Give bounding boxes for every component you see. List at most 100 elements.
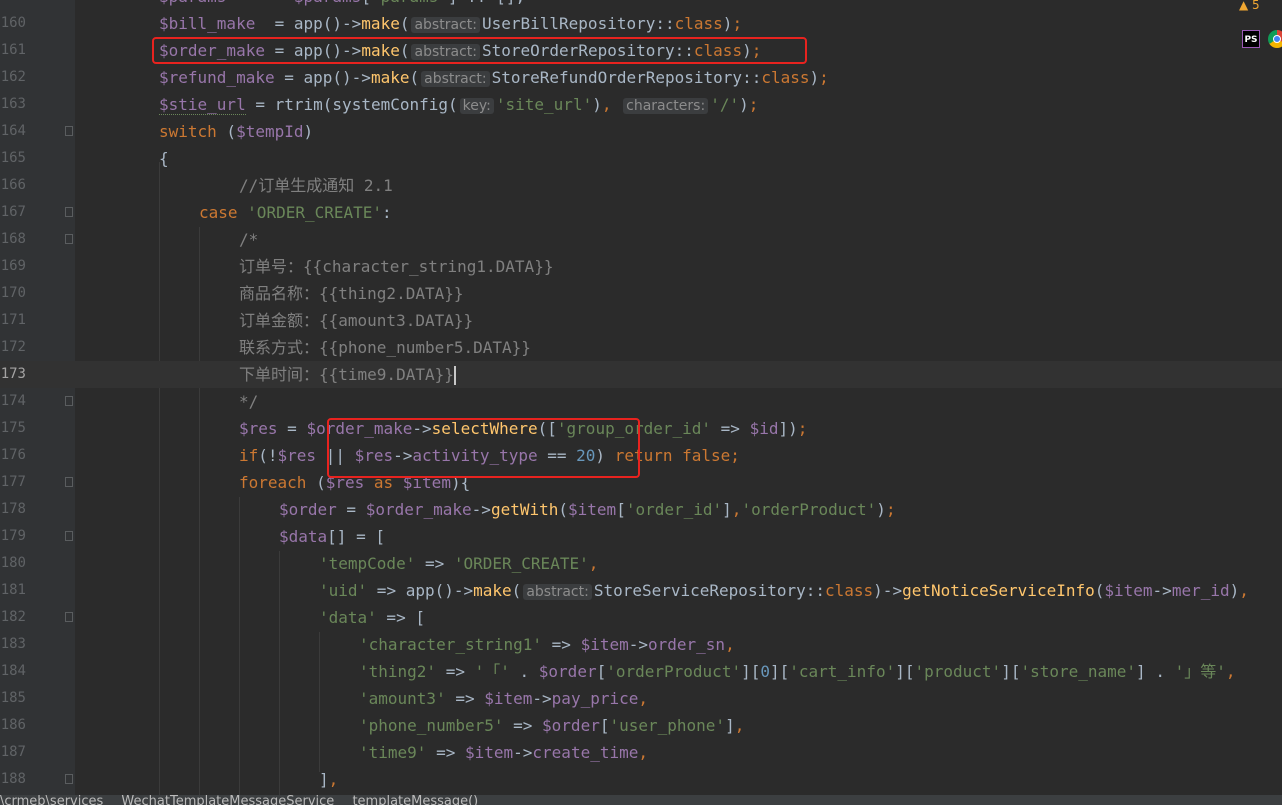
line-number: 182: [0, 609, 26, 625]
line-number: 176: [0, 447, 26, 463]
code-text[interactable]: $refund_make = app()->make(abstract: Stor…: [159, 64, 829, 93]
code-line[interactable]: 177 foreach ($res as $item){: [0, 469, 1282, 496]
line-number: 161: [0, 42, 26, 58]
code-line[interactable]: 168 /*: [0, 226, 1282, 253]
code-line[interactable]: 171 订单金额：{{amount3.DATA}}: [0, 307, 1282, 334]
code-text[interactable]: ],: [319, 766, 338, 793]
code-line[interactable]: 185 'amount3' => $item->pay_price,: [0, 685, 1282, 712]
code-line[interactable]: 178 $order = $order_make->getWith($item[…: [0, 496, 1282, 523]
code-text[interactable]: 'data' => [: [319, 604, 425, 631]
code-line[interactable]: 181 'uid' => app()->make(abstract: StoreS…: [0, 577, 1282, 604]
code-line[interactable]: 160 $bill_make = app()->make(abstract: Us…: [0, 10, 1282, 37]
line-number: 183: [0, 636, 26, 652]
code-text[interactable]: 'uid' => app()->make(abstract: StoreServi…: [319, 577, 1249, 606]
line-number: 172: [0, 339, 26, 355]
fold-marker[interactable]: [65, 234, 73, 244]
phpstorm-icon[interactable]: PS: [1242, 30, 1260, 48]
code-comment[interactable]: 订单金额：{{amount3.DATA}}: [239, 307, 473, 334]
line-number: 181: [0, 582, 26, 598]
line-number: 175: [0, 420, 26, 436]
code-line[interactable]: 170 商品名称：{{thing2.DATA}}: [0, 280, 1282, 307]
code-line[interactable]: 166 //订单生成通知 2.1: [0, 172, 1282, 199]
code-text[interactable]: 'time9' => $item->create_time,: [359, 739, 648, 766]
code-text[interactable]: $bill_make = app()->make(abstract: UserBi…: [159, 10, 742, 39]
breadcrumb-item-class[interactable]: WechatTemplateMessageService: [121, 795, 334, 805]
annotation-box-order-make: [152, 37, 807, 64]
line-number: 180: [0, 555, 26, 571]
line-number: 186: [0, 717, 26, 733]
code-text[interactable]: 'tempCode' => 'ORDER_CREATE',: [319, 550, 598, 577]
line-number: 160: [0, 15, 26, 31]
code-line[interactable]: 172 联系方式：{{phone_number5.DATA}}: [0, 334, 1282, 361]
code-text[interactable]: 'phone_number5' => $order['user_phone'],: [359, 712, 744, 739]
code-line[interactable]: 167 case 'ORDER_CREATE':: [0, 199, 1282, 226]
code-line[interactable]: 163 $stie_url = rtrim(systemConfig(key: '…: [0, 91, 1282, 118]
code-line[interactable]: 179 $data[] = [: [0, 523, 1282, 550]
code-comment[interactable]: //订单生成通知 2.1: [239, 172, 393, 199]
code-line[interactable]: 187 'time9' => $item->create_time,: [0, 739, 1282, 766]
code-line[interactable]: 159 $params = $params['params'] ?? [];: [0, 0, 1282, 10]
code-comment[interactable]: */: [239, 388, 258, 415]
code-line[interactable]: 188 ],: [0, 766, 1282, 793]
text-caret: [453, 366, 456, 385]
code-line[interactable]: 182 'data' => [: [0, 604, 1282, 631]
breadcrumb: \crmeb\services WechatTemplateMessageSer…: [0, 795, 1282, 805]
code-text[interactable]: case 'ORDER_CREATE':: [199, 199, 392, 226]
code-line[interactable]: 174 */: [0, 388, 1282, 415]
line-number: 166: [0, 177, 26, 193]
code-line[interactable]: 165 {: [0, 145, 1282, 172]
line-number: 173: [0, 366, 26, 382]
code-text[interactable]: 'character_string1' => $item->order_sn,: [359, 631, 735, 658]
line-number: 168: [0, 231, 26, 247]
code-text[interactable]: switch ($tempId): [159, 118, 313, 145]
code-line[interactable]: 164 switch ($tempId): [0, 118, 1282, 145]
code-line[interactable]: 169 订单号：{{character_string1.DATA}}: [0, 253, 1282, 280]
code-line[interactable]: 184 'thing2' => '「' . $order['orderProdu…: [0, 658, 1282, 685]
line-number: 177: [0, 474, 26, 490]
code-text[interactable]: $data[] = [: [279, 523, 385, 550]
code-line[interactable]: 176 if(!$res || $res->activity_type == 2…: [0, 442, 1282, 469]
code-comment[interactable]: 订单号：{{character_string1.DATA}}: [239, 253, 553, 280]
code-comment[interactable]: 联系方式：{{phone_number5.DATA}}: [239, 334, 531, 361]
line-number: 170: [0, 285, 26, 301]
code-text[interactable]: $params = $params['params'] ?? [];: [159, 0, 525, 10]
code-text[interactable]: $order = $order_make->getWith($item['ord…: [279, 496, 896, 523]
fold-marker[interactable]: [65, 774, 73, 784]
line-number: 187: [0, 744, 26, 760]
code-text[interactable]: 'thing2' => '「' . $order['orderProduct']…: [359, 658, 1236, 685]
fold-marker[interactable]: [65, 126, 73, 136]
fold-marker[interactable]: [65, 477, 73, 487]
code-line-current[interactable]: 173 下单时间：{{time9.DATA}}: [0, 361, 1282, 388]
code-line[interactable]: 175 $res = $order_make->selectWhere(['gr…: [0, 415, 1282, 442]
warning-indicator[interactable]: ▲ 5: [1239, 0, 1260, 12]
line-number: 179: [0, 528, 26, 544]
line-number: 185: [0, 690, 26, 706]
code-comment[interactable]: 下单时间：{{time9.DATA}}: [239, 361, 456, 388]
breadcrumb-item-method[interactable]: templateMessage(): [352, 795, 478, 805]
line-number: 165: [0, 150, 26, 166]
code-line[interactable]: 180 'tempCode' => 'ORDER_CREATE',: [0, 550, 1282, 577]
fold-marker[interactable]: [65, 612, 73, 622]
code-comment-text[interactable]: 下单时间：{{time9.DATA}}: [239, 365, 454, 384]
annotation-box-activity-type: [327, 418, 640, 478]
fold-marker[interactable]: [65, 207, 73, 217]
code-text[interactable]: $stie_url = rtrim(systemConfig(key:'site…: [159, 91, 758, 120]
code-comment[interactable]: /*: [239, 226, 258, 253]
code-line[interactable]: 186 'phone_number5' => $order['user_phon…: [0, 712, 1282, 739]
line-number: 163: [0, 96, 26, 112]
line-number: 162: [0, 69, 26, 85]
code-editor[interactable]: 159 $params = $params['params'] ?? []; 1…: [0, 0, 1282, 795]
fold-marker[interactable]: [65, 396, 73, 406]
line-number: 169: [0, 258, 26, 274]
fold-marker[interactable]: [65, 531, 73, 541]
breadcrumb-item-namespace[interactable]: \crmeb\services: [0, 795, 103, 805]
code-line[interactable]: 162 $refund_make = app()->make(abstract:…: [0, 64, 1282, 91]
chrome-icon[interactable]: [1268, 30, 1282, 48]
code-text[interactable]: {: [159, 145, 169, 172]
line-number: 171: [0, 312, 26, 328]
code-comment[interactable]: 商品名称：{{thing2.DATA}}: [239, 280, 464, 307]
line-number: 188: [0, 771, 26, 787]
code-text[interactable]: 'amount3' => $item->pay_price,: [359, 685, 648, 712]
warning-count: 5: [1252, 0, 1260, 12]
code-line[interactable]: 183 'character_string1' => $item->order_…: [0, 631, 1282, 658]
